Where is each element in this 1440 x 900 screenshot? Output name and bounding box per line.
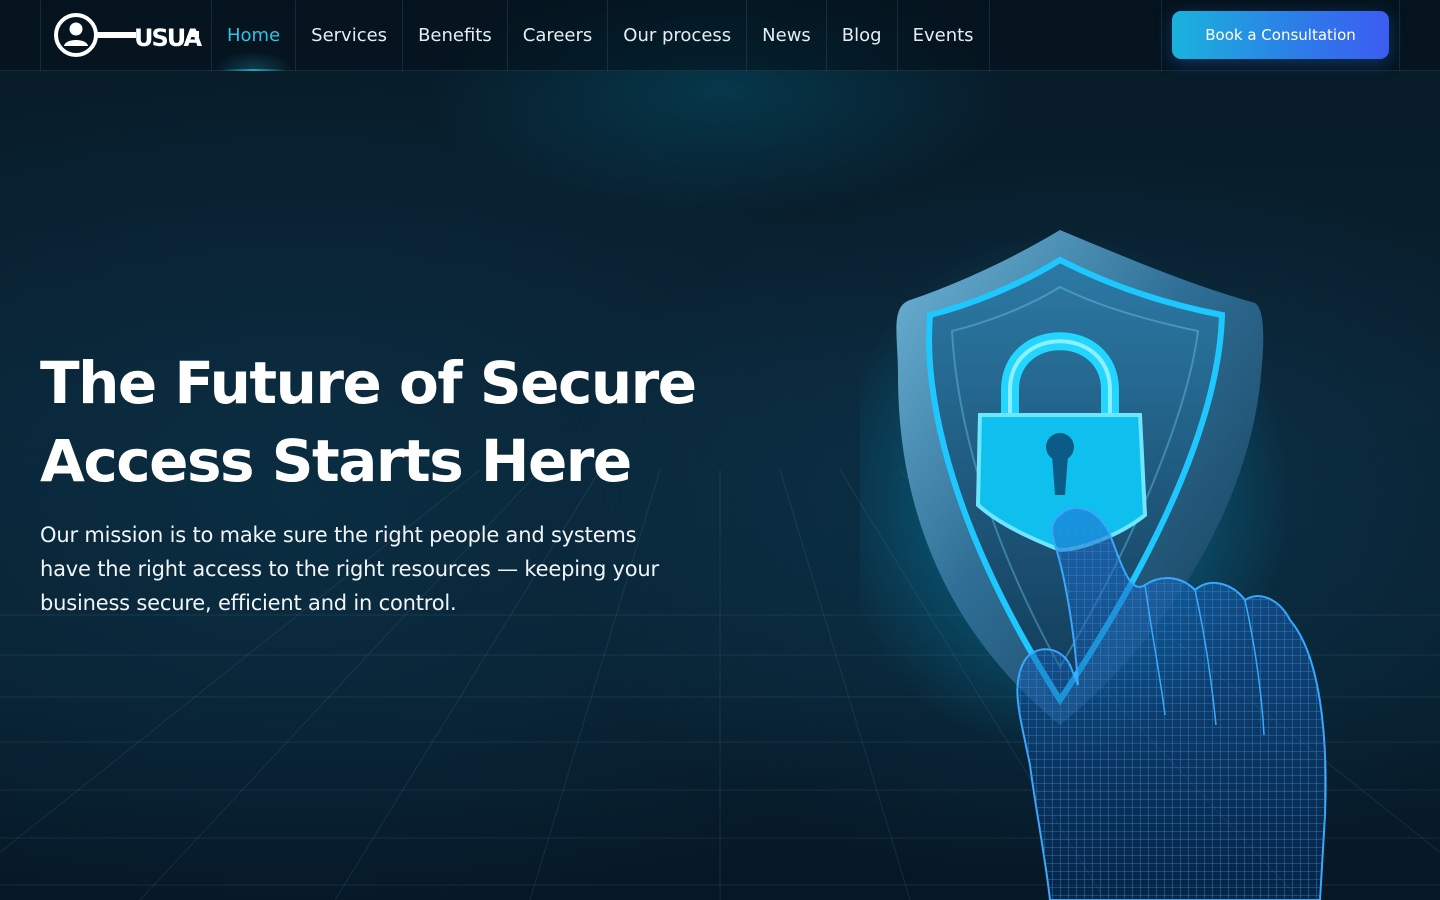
nav-item-careers[interactable]: Careers [506,0,608,71]
hero-title-line-2: Access Starts Here [40,427,632,495]
brand-logo[interactable]: USUA [52,10,202,60]
user-key-icon [54,13,136,57]
main-menu: Home Services Benefits Careers Our proce… [211,0,990,71]
book-consultation-button[interactable]: Book a Consultation [1172,11,1389,59]
logo-key-tip [190,31,199,37]
shield-lock-hand-icon [860,230,1327,900]
nav-item-events[interactable]: Events [896,0,990,71]
hero-title: The Future of Secure Access Starts Here [40,344,740,500]
hero-title-line-1: The Future of Secure [40,349,697,417]
logo-text: USUA [134,24,202,52]
nav-item-home[interactable]: Home [211,0,296,71]
hero-subtitle: Our mission is to make sure the right pe… [40,523,659,615]
nav-item-news[interactable]: News [746,0,826,71]
nav-item-our-process[interactable]: Our process [607,0,746,71]
nav-item-services[interactable]: Services [295,0,402,71]
nav-item-benefits[interactable]: Benefits [402,0,507,71]
nav-item-blog[interactable]: Blog [825,0,897,71]
